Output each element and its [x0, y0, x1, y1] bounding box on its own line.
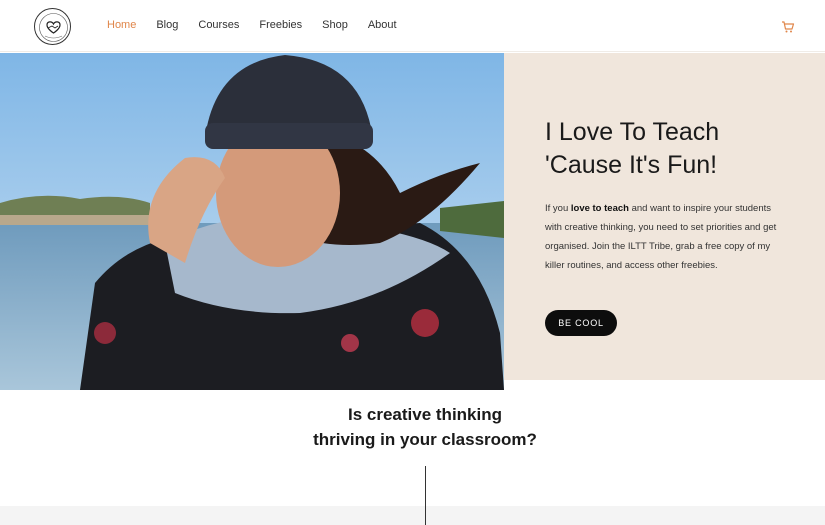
hero-description-lead: If you — [545, 203, 571, 214]
nav-item-shop[interactable]: Shop — [322, 19, 348, 31]
section-heading-line-1: Is creative thinking — [348, 405, 502, 424]
site-logo[interactable] — [34, 8, 71, 45]
nav-item-courses[interactable]: Courses — [198, 19, 239, 31]
nav-item-about[interactable]: About — [368, 19, 397, 31]
hero-title: I Love To Teach 'Cause It's Fun! — [545, 116, 805, 182]
nav-item-freebies[interactable]: Freebies — [259, 19, 302, 31]
hero-description: If you love to teach and want to inspire… — [545, 199, 790, 275]
nav-item-blog[interactable]: Blog — [156, 19, 178, 31]
handshake-heart-icon — [39, 13, 68, 42]
main-nav: Home Blog Courses Freebies Shop About — [107, 19, 417, 31]
site-header: Home Blog Courses Freebies Shop About — [0, 0, 825, 52]
nav-item-home[interactable]: Home — [107, 19, 136, 31]
bottom-band — [0, 506, 825, 525]
be-cool-button[interactable]: BE COOL — [545, 310, 617, 336]
section-heading: Is creative thinking thriving in your cl… — [0, 402, 825, 452]
hero-description-emphasis: love to teach — [570, 203, 629, 214]
section-heading-line-2: thriving in your classroom? — [313, 430, 537, 449]
hero-photo — [0, 53, 504, 390]
hero-title-line-1: I Love To Teach — [545, 118, 720, 146]
hero-title-line-2: 'Cause It's Fun! — [545, 151, 718, 179]
shopping-cart-icon[interactable] — [781, 20, 795, 34]
vertical-divider — [425, 466, 426, 525]
